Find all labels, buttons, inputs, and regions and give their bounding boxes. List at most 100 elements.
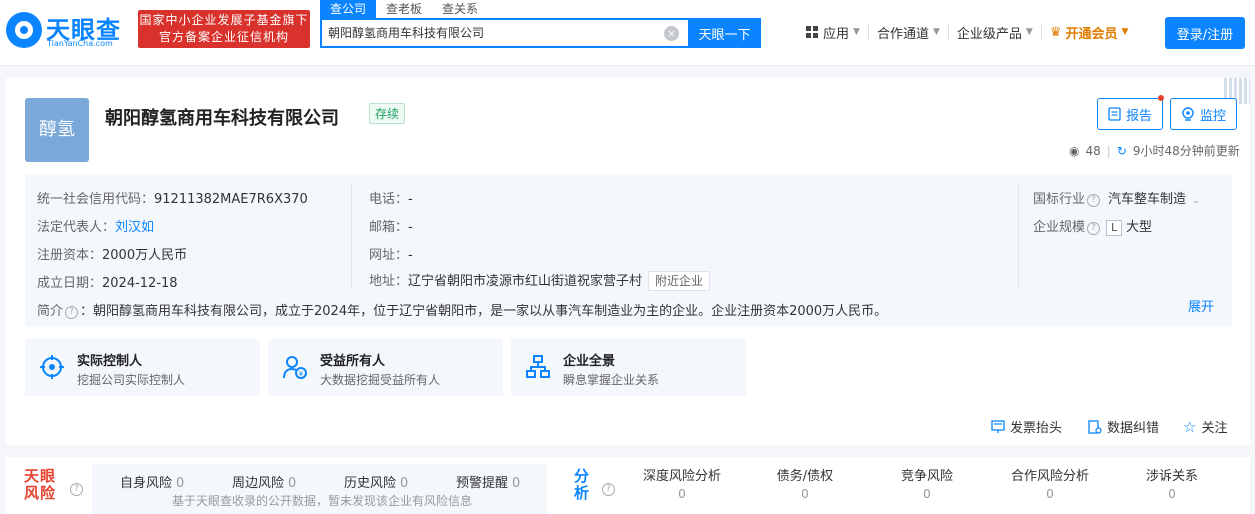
analysis-logo: 分 析: [574, 468, 596, 502]
follow-label: 关注: [1201, 421, 1228, 436]
industry-row: 国标行业? 汽车整车制造 ⌄: [1033, 188, 1200, 207]
analysis-value: 0: [801, 487, 809, 501]
intro-row: 简介? ：朝阳醇氢商用车科技有限公司，成立于2024年，位于辽宁省朝阳市，是一家以…: [37, 300, 887, 319]
risk-surrounding-label: 周边风险: [232, 476, 285, 491]
feature-enterprise-overview[interactable]: 企业全景 瞬息掌握企业关系: [511, 339, 746, 396]
phone-row: 电话：-: [369, 188, 413, 207]
legal-rep-link[interactable]: 刘汉如: [115, 220, 154, 235]
address-label: 地址：: [369, 274, 409, 289]
nav-apps[interactable]: 应用 ▼: [798, 24, 869, 42]
nav-enterprise[interactable]: 企业级产品 ▼: [949, 24, 1042, 42]
scale-row: 企业规模? L 大型: [1033, 216, 1152, 236]
analysis-litigation[interactable]: 涉诉关系 0: [1112, 465, 1232, 501]
expand-link[interactable]: 展开: [1188, 296, 1214, 315]
report-button[interactable]: 报告: [1097, 98, 1164, 130]
company-card: 醇氢 朝阳醇氢商用车科技有限公司 存续 报告 监控 ◉ 48 | ↻ 9小时48…: [6, 78, 1250, 445]
risk-history-count: 0: [400, 476, 409, 491]
address-row: 地址：辽宁省朝阳市凌源市红山街道祝家营子村 附近企业: [369, 270, 711, 291]
credit-code-row: 统一社会信用代码：91211382MAE7R6X370: [37, 188, 308, 207]
caret-down-icon: ▼: [932, 27, 940, 37]
analysis-debt[interactable]: 债务/债权 0: [745, 465, 865, 501]
help-icon[interactable]: ?: [1087, 222, 1101, 235]
crown-icon: ♛: [1049, 24, 1062, 40]
help-icon[interactable]: ?: [70, 483, 83, 496]
nav-cooperation[interactable]: 合作通道 ▼: [869, 24, 949, 42]
scale-value: 大型: [1126, 220, 1153, 235]
feature-actual-controller[interactable]: 实际控制人 挖掘公司实际控制人: [25, 339, 260, 396]
risk-surrounding[interactable]: 周边风险 0: [232, 472, 296, 491]
nav-cooperation-label: 合作通道: [876, 26, 929, 42]
company-avatar: 醇氢: [25, 98, 89, 162]
invoice-title-button[interactable]: 发票抬头: [991, 417, 1062, 436]
meta-row: ◉ 48 | ↻ 9小时48分钟前更新: [1069, 142, 1240, 159]
star-icon: ☆: [1183, 417, 1197, 436]
eye-icon: ◉: [1069, 143, 1080, 158]
intro-label: 简介: [37, 304, 64, 319]
invoice-icon: [991, 419, 1005, 433]
founded-value: 2024-12-18: [102, 276, 178, 291]
eye-logo-icon: [6, 12, 42, 48]
help-icon[interactable]: ?: [602, 483, 615, 496]
risk-self[interactable]: 自身风险 0: [120, 472, 184, 491]
follow-button[interactable]: ☆ 关注: [1183, 417, 1228, 437]
website-value: -: [408, 248, 413, 263]
risk-warning[interactable]: 预警提醒 0: [456, 472, 520, 491]
email-label: 邮箱：: [369, 220, 409, 235]
org-chart-icon: [526, 355, 550, 378]
refresh-icon[interactable]: ↻: [1117, 144, 1127, 158]
divider: |: [1106, 143, 1111, 158]
login-button[interactable]: 登录/注册: [1165, 17, 1245, 49]
search-box: ×: [320, 18, 690, 48]
risk-note: 基于天眼查收录的公开数据，暂未发现该企业有风险信息: [172, 494, 473, 508]
view-count: 48: [1085, 143, 1101, 158]
search-input[interactable]: [328, 25, 658, 39]
search-button[interactable]: 天眼一下: [688, 18, 761, 48]
email-value: -: [408, 220, 413, 235]
monitor-button[interactable]: 监控: [1170, 98, 1238, 130]
analysis-deep-risk[interactable]: 深度风险分析 0: [622, 465, 742, 501]
risk-card: 天眼 风险 ? 自身风险 0 周边风险 0 历史风险 0 预警提醒 0 基于天眼查收录的…: [6, 457, 1250, 514]
risk-logo: 天眼 风险: [24, 468, 62, 502]
risk-self-count: 0: [176, 476, 185, 491]
phone-label: 电话：: [369, 192, 409, 207]
address-value: 辽宁省朝阳市凌源市红山街道祝家营子村: [408, 274, 643, 289]
risk-panel: 自身风险 0 周边风险 0 历史风险 0 预警提醒 0 基于天眼查收录的公开数据，暂未发…: [92, 464, 547, 514]
tab-boss[interactable]: 查老板: [376, 0, 432, 18]
tianyancha-logo[interactable]: 天眼查 TianYanCha.com: [6, 10, 134, 52]
risk-self-label: 自身风险: [120, 476, 173, 491]
chevron-down-icon[interactable]: ⌄: [1192, 196, 1200, 206]
caret-down-icon: ▼: [853, 27, 860, 37]
feature-title: 企业全景: [563, 354, 616, 369]
svg-text:¥: ¥: [299, 370, 304, 378]
feature-subtitle: 挖掘公司实际控制人: [77, 373, 186, 387]
founded-row: 成立日期：2024-12-18: [37, 272, 178, 291]
nav-vip[interactable]: ♛ 开通会员 ▼: [1042, 24, 1137, 42]
analysis-cooperation[interactable]: 合作风险分析 0: [990, 465, 1110, 501]
capital-label: 注册资本：: [37, 248, 103, 263]
tab-company[interactable]: 查公司: [320, 0, 377, 18]
feature-title: 受益所有人: [320, 354, 386, 369]
feature-title: 实际控制人: [77, 354, 143, 369]
analysis-competition[interactable]: 竞争风险 0: [867, 465, 987, 501]
help-icon[interactable]: ?: [65, 306, 79, 319]
founded-label: 成立日期：: [37, 276, 103, 291]
gov-badge-line1: 国家中小企业发展子基金旗下: [139, 13, 309, 27]
caret-down-icon: ▼: [1025, 27, 1033, 37]
analysis-label: 涉诉关系: [1145, 469, 1198, 484]
legal-rep-row: 法定代表人：刘汉如: [37, 216, 154, 235]
risk-history[interactable]: 历史风险 0: [344, 472, 408, 491]
status-badge: 存续: [369, 103, 406, 124]
legal-rep-label: 法定代表人：: [37, 220, 116, 235]
risk-surrounding-count: 0: [288, 476, 297, 491]
logo-domain: TianYanCha.com: [47, 39, 113, 48]
clear-icon[interactable]: ×: [664, 26, 679, 41]
nearby-companies-button[interactable]: 附近企业: [648, 271, 711, 291]
feature-beneficial-owner[interactable]: ¥ 受益所有人 大数据挖掘受益所有人: [268, 339, 503, 396]
credit-code-value[interactable]: 91211382MAE7R6X370: [154, 192, 308, 207]
feature-subtitle: 大数据挖掘受益所有人: [320, 373, 441, 387]
data-correction-button[interactable]: 数据纠错: [1088, 417, 1159, 436]
help-icon[interactable]: ?: [1087, 194, 1101, 207]
tab-relation[interactable]: 查关系: [432, 0, 488, 18]
analysis-value: 0: [1168, 487, 1176, 501]
analysis-label: 深度风险分析: [642, 469, 721, 484]
